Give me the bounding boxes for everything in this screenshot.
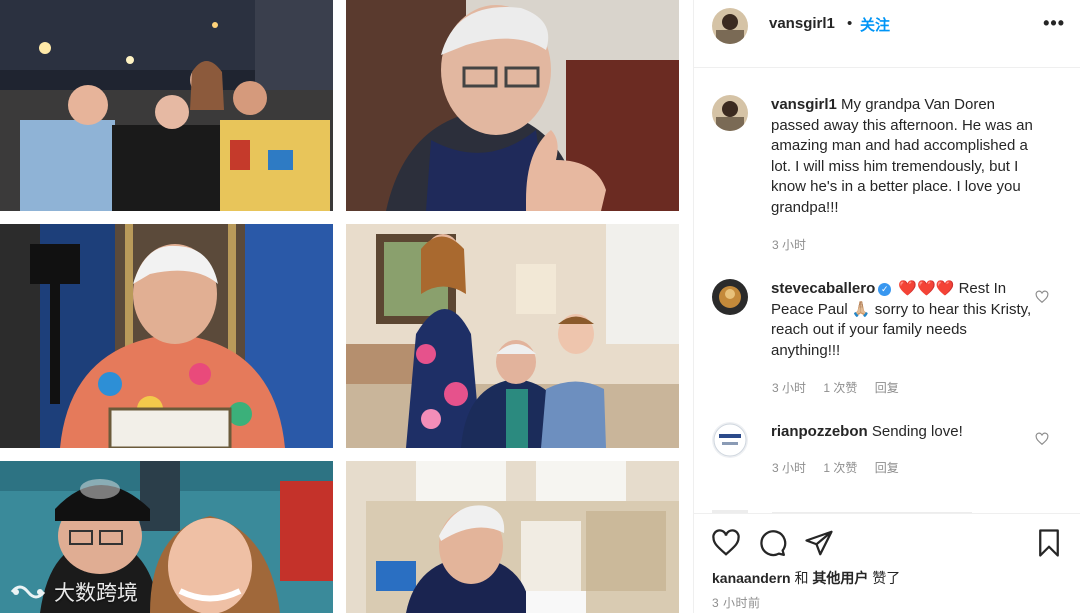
share-icon[interactable] bbox=[804, 528, 834, 558]
caption-meta: 3 小时 bbox=[772, 236, 820, 253]
collage-photo-thumbs-up bbox=[346, 0, 679, 211]
liked-by-user[interactable]: kanaandern bbox=[712, 570, 791, 586]
post-header: vansgirl1 • 关注 ••• bbox=[694, 0, 1080, 68]
watermark-logo-icon bbox=[10, 585, 46, 599]
author-avatar[interactable] bbox=[712, 8, 748, 44]
comment-time: 3 小时 bbox=[772, 381, 807, 395]
post-timestamp: 3 小时前 bbox=[712, 596, 761, 610]
verified-icon: ✓ bbox=[878, 283, 892, 296]
next-comment-partial bbox=[712, 503, 1012, 513]
comment-like-heart-icon[interactable] bbox=[1035, 432, 1049, 446]
caption-text: vansgirl1 My grandpa Van Doren passed aw… bbox=[771, 95, 1036, 219]
liked-by-suffix: 赞了 bbox=[872, 570, 901, 586]
comment-meta: 3 小时 1 次赞 回复 bbox=[772, 379, 913, 396]
heart-icon[interactable] bbox=[711, 528, 741, 558]
comment-time: 3 小时 bbox=[772, 461, 807, 475]
comment-username[interactable]: stevecaballero bbox=[771, 280, 875, 297]
photo-collage: 大数跨境 bbox=[0, 0, 693, 613]
separator-dot: • bbox=[847, 15, 853, 32]
comment-username[interactable]: rianpozzebon bbox=[771, 423, 868, 440]
reply-button[interactable]: 回复 bbox=[875, 381, 899, 395]
comments-list: vansgirl1 My grandpa Van Doren passed aw… bbox=[694, 68, 1080, 513]
collage-photo-party bbox=[0, 0, 333, 211]
caption-body: My grandpa Van Doren passed away this af… bbox=[771, 96, 1033, 216]
comment-text: stevecaballero ✓ ❤️❤️❤️ Rest In Peace Pau… bbox=[771, 279, 1036, 361]
action-bar: kanaandern 和 其他用户 赞了 3 小时前 bbox=[694, 513, 1080, 614]
collage-photo-couch bbox=[346, 461, 679, 613]
comment-likes[interactable]: 1 次赞 bbox=[823, 461, 857, 475]
follow-button[interactable]: 关注 bbox=[860, 14, 890, 35]
comment-meta: 3 小时 1 次赞 回复 bbox=[772, 459, 913, 476]
bookmark-icon[interactable] bbox=[1034, 528, 1064, 558]
collage-photo-family bbox=[346, 224, 679, 448]
liked-by: kanaandern 和 其他用户 赞了 bbox=[712, 568, 900, 588]
collage-photo-throne bbox=[0, 224, 333, 448]
author-username[interactable]: vansgirl1 bbox=[769, 15, 835, 32]
watermark-text: 大数跨境 bbox=[54, 581, 138, 605]
more-icon[interactable]: ••• bbox=[1043, 13, 1065, 34]
comment-body: Sending love! bbox=[871, 423, 963, 440]
comment-likes[interactable]: 1 次赞 bbox=[823, 381, 857, 395]
liked-by-conj: 和 bbox=[794, 570, 809, 586]
post-panel: vansgirl1 • 关注 ••• vansgirl1 My grandpa … bbox=[693, 0, 1080, 613]
commenter-avatar[interactable] bbox=[712, 279, 748, 315]
comment-icon[interactable] bbox=[757, 528, 787, 558]
comment-text: rianpozzebon Sending love! bbox=[771, 422, 1036, 443]
reply-button[interactable]: 回复 bbox=[875, 461, 899, 475]
watermark: 大数跨境 bbox=[8, 577, 138, 607]
liked-by-others[interactable]: 其他用户 bbox=[812, 570, 868, 586]
comment-like-heart-icon[interactable] bbox=[1035, 290, 1049, 304]
caption-username[interactable]: vansgirl1 bbox=[771, 96, 837, 113]
caption-time: 3 小时 bbox=[772, 238, 807, 252]
caption-avatar[interactable] bbox=[712, 95, 748, 131]
commenter-avatar[interactable] bbox=[712, 422, 748, 458]
